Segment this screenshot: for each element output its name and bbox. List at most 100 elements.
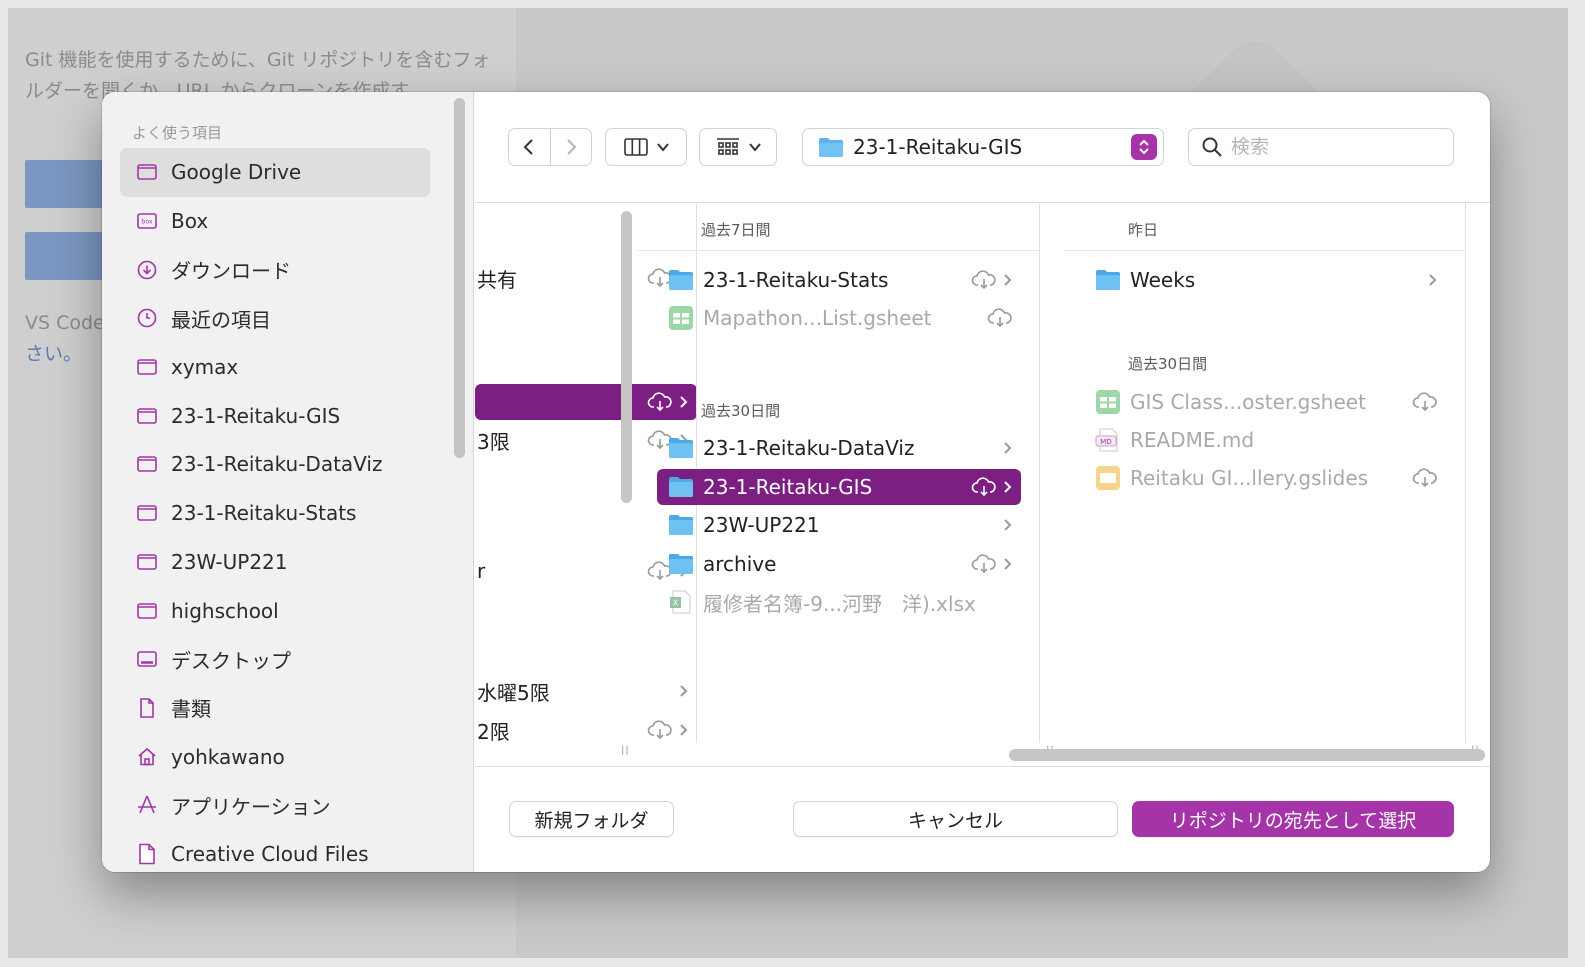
cloud-download-icon — [1412, 392, 1437, 412]
svg-text:X: X — [673, 599, 679, 608]
sidebar-item[interactable]: 23W-UP221 — [120, 538, 430, 587]
file-row[interactable]: GIS Class...oster.gsheet — [1084, 384, 1446, 420]
file-row[interactable]: 23-1-Reitaku-DataViz — [657, 430, 1021, 466]
file-row[interactable]: 23W-UP221 — [657, 507, 1021, 543]
sidebar-item-icon — [134, 695, 160, 721]
sidebar-item-label: 23-1-Reitaku-Stats — [171, 501, 357, 526]
new-folder-button[interactable]: 新規フォルダ — [509, 801, 674, 837]
file-row[interactable]: archive — [657, 546, 1021, 582]
sidebar-item[interactable]: yohkawano — [120, 732, 430, 781]
sidebar-item[interactable]: 23-1-Reitaku-GIS — [120, 391, 430, 440]
row-accessories — [987, 300, 1013, 336]
cloud-download-icon — [971, 476, 996, 496]
row-accessories — [971, 262, 1013, 298]
column-1-scrollbar[interactable] — [621, 211, 632, 503]
sidebar-item[interactable]: ダウンロード — [120, 245, 430, 294]
sidebar-item[interactable]: デスクトップ — [120, 635, 430, 684]
select-destination-button[interactable]: リポジトリの宛先として選択 — [1132, 801, 1454, 837]
chevron-right-icon — [1004, 480, 1012, 493]
sidebar-item[interactable]: xymax — [120, 343, 430, 392]
column-view-icon — [624, 138, 648, 156]
google-sheets-icon — [669, 306, 693, 330]
chevron-right-icon — [1004, 519, 1012, 531]
file-name: Mapathon...List.gsheet — [703, 306, 932, 330]
document-icon — [140, 698, 154, 718]
sidebar-item-label: ダウンロード — [171, 259, 291, 284]
column-2: 過去7日間 23-1-Reitaku-Stats Mapathon...List.g… — [637, 203, 1040, 743]
folder-icon — [137, 359, 157, 375]
folder-icon — [137, 407, 157, 424]
search-input[interactable] — [1231, 136, 1441, 158]
cloud-download-icon — [1412, 468, 1437, 488]
folder-icon — [137, 554, 157, 570]
download-icon — [137, 260, 157, 280]
sidebar-section-favorites: よく使う項目 — [132, 124, 223, 142]
file-name: GIS Class...oster.gsheet — [1130, 390, 1366, 414]
sidebar-item[interactable]: Creative Cloud Files — [120, 830, 430, 872]
group-by-button[interactable] — [699, 128, 777, 166]
file-row[interactable]: Weeks — [1084, 262, 1446, 298]
folder-picker-dialog: よく使う項目 Google Drive box Box ダウンロード最近の項目 xyma… — [102, 92, 1490, 872]
sidebar-item-label: 書類 — [171, 697, 211, 722]
sidebar-item[interactable]: highschool — [120, 586, 430, 635]
sidebar-item[interactable]: 最近の項目 — [120, 294, 430, 343]
section-header-yesterday: 昨日 — [1064, 203, 1465, 251]
forward-button[interactable] — [549, 129, 591, 165]
path-popup[interactable]: 23-1-Reitaku-GIS — [802, 128, 1164, 166]
file-name: README.md — [1130, 428, 1255, 452]
search-field[interactable] — [1188, 128, 1454, 166]
sidebar-item[interactable]: 23-1-Reitaku-DataViz — [120, 440, 430, 489]
file-name: 2限 — [477, 719, 510, 744]
file-name: r — [477, 559, 486, 583]
file-row[interactable]: X 履修者名簿-9...河野 洋).xlsx — [657, 584, 1021, 620]
sidebar-item-icon — [134, 598, 160, 624]
sidebar-item[interactable]: 書類 — [120, 684, 430, 733]
chevron-down-icon — [749, 143, 761, 152]
sidebar-item[interactable]: Google Drive — [120, 148, 430, 197]
file-name: 3限 — [477, 429, 510, 454]
folder-icon — [1096, 270, 1120, 290]
row-accessories — [1428, 262, 1438, 298]
svg-text:box: box — [142, 219, 153, 226]
chevron-right-icon — [1004, 557, 1012, 570]
chevron-down-icon — [657, 143, 669, 152]
home-icon — [138, 747, 156, 765]
applications-icon — [138, 795, 156, 814]
path-label: 23-1-Reitaku-GIS — [853, 135, 1023, 159]
folder-icon — [669, 476, 693, 497]
file-row[interactable]: Mapathon...List.gsheet — [657, 300, 1021, 336]
file-row[interactable]: 23-1-Reitaku-Stats — [657, 262, 1021, 298]
file-name: 履修者名簿-9...河野 洋).xlsx — [703, 591, 976, 616]
file-row[interactable]: MD README.md — [1084, 422, 1446, 458]
column-1-resize-handle[interactable]: ll — [621, 744, 630, 758]
navigation-buttons — [508, 128, 592, 166]
box-icon: box — [137, 213, 157, 229]
chevron-right-icon — [567, 139, 577, 155]
sidebar-item-icon — [134, 451, 160, 477]
sidebar-item[interactable]: アプリケーション — [120, 781, 430, 830]
path-stepper[interactable] — [1131, 134, 1157, 160]
sidebar-item[interactable]: box Box — [120, 197, 430, 246]
chevron-right-icon — [1004, 442, 1012, 454]
google-slides-icon — [1096, 466, 1120, 490]
sidebar-item-icon — [134, 305, 160, 331]
row-accessories — [971, 546, 1013, 582]
file-row[interactable]: 23-1-Reitaku-GIS — [657, 468, 1021, 505]
horizontal-scrollbar[interactable] — [1009, 749, 1485, 761]
view-mode-button[interactable] — [605, 128, 687, 166]
section-header-30days: 過去30日間 — [701, 402, 781, 420]
cancel-button[interactable]: キャンセル — [793, 801, 1118, 837]
folder-icon — [137, 602, 157, 619]
folder-icon — [669, 270, 693, 290]
chevron-updown-icon — [1139, 139, 1149, 155]
back-button[interactable] — [509, 129, 550, 165]
sidebar-item[interactable]: 23-1-Reitaku-Stats — [120, 489, 430, 538]
sidebar-item-icon — [134, 257, 160, 283]
folder-icon — [137, 505, 157, 521]
group-grid-icon — [717, 138, 739, 155]
file-name: Reitaku GI...llery.gslides — [1130, 466, 1369, 490]
sidebar-list: Google Drive box Box ダウンロード 最近の項目 xymax 23-1-R… — [120, 148, 430, 872]
sidebar-item-icon — [134, 744, 160, 770]
sidebar-scrollbar[interactable] — [454, 98, 465, 458]
file-row[interactable]: Reitaku GI...llery.gslides — [1084, 460, 1446, 496]
